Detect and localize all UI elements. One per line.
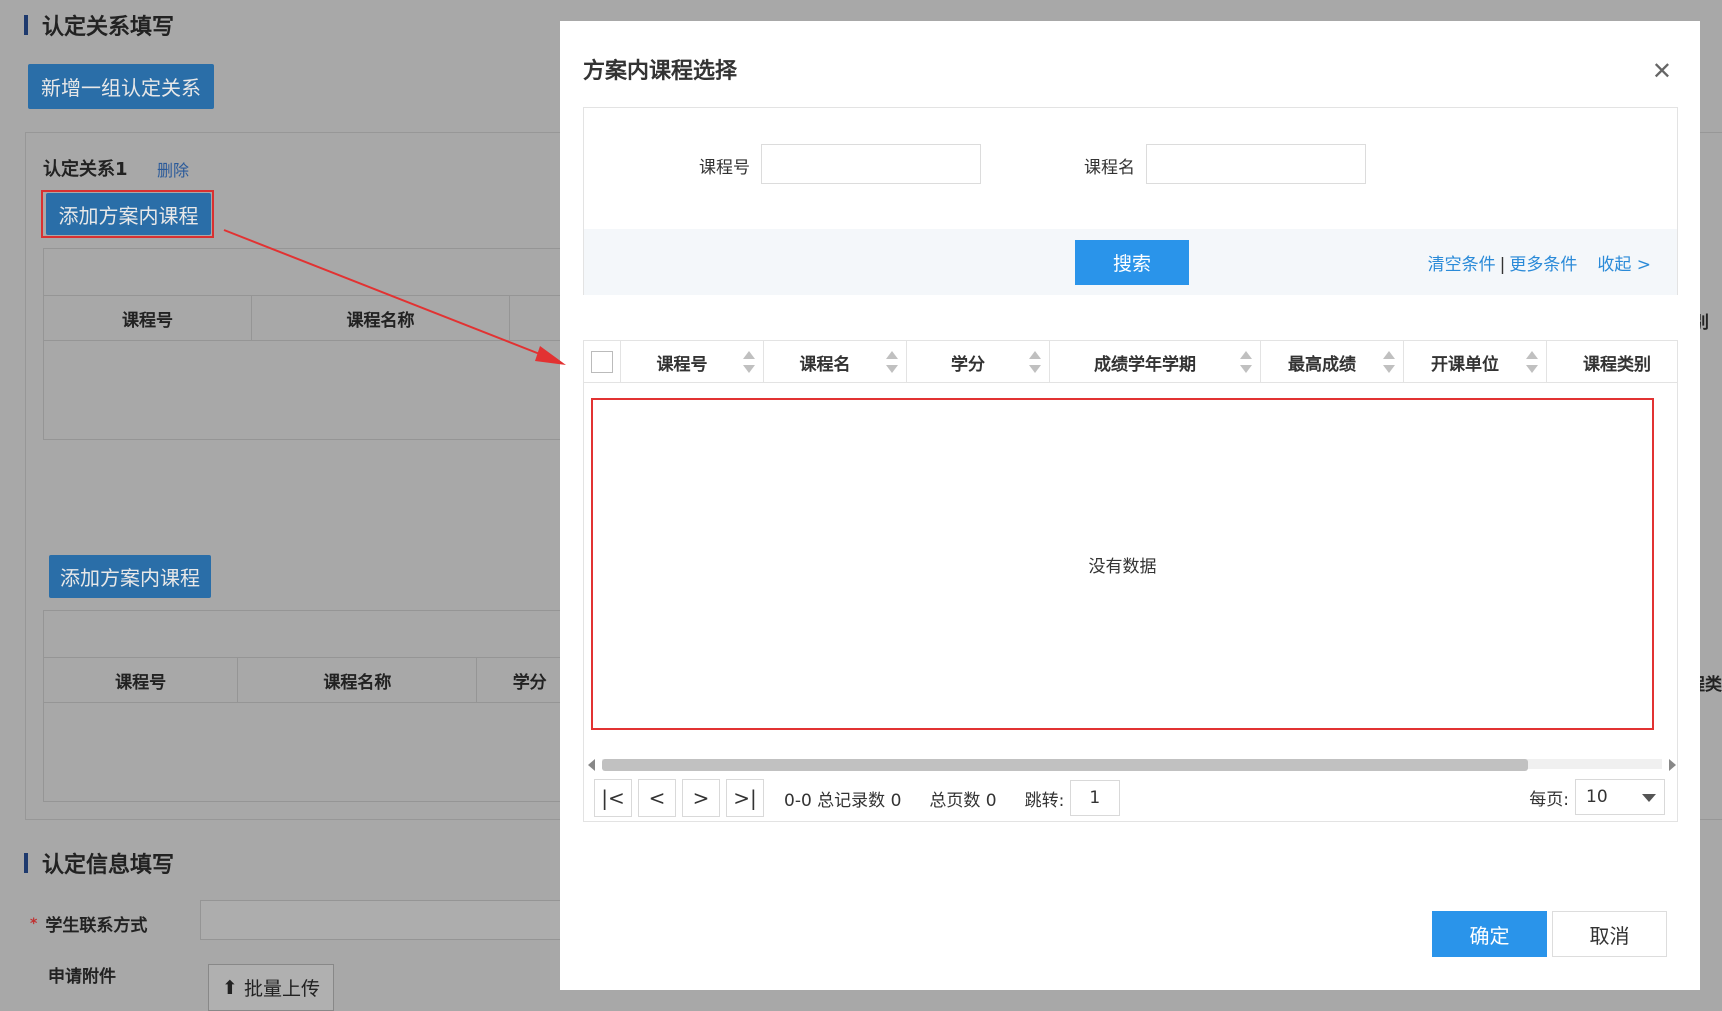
last-page-button[interactable]: >| [726,779,764,817]
column-header-course-type[interactable]: 课程类别 [1547,341,1677,382]
column-header-text: 课程号 [656,354,708,375]
batch-upload-button[interactable]: ⬆ 批量上传 [208,964,334,1011]
column-header-text: 学分 [951,354,985,375]
column-header-top-score[interactable]: 最高成绩 [1261,341,1404,382]
column-header-text: 课程类别 [1583,354,1651,375]
sort-icon[interactable] [743,351,755,373]
column-header-course-name[interactable]: 课程名 [764,341,907,382]
column-header-text: 成绩学年学期 [1094,354,1196,375]
jump-label: 跳转: [1024,790,1065,811]
relation-label: 认定关系1 [43,159,128,180]
table-header-cell: 课程号 [44,296,252,340]
column-header-department[interactable]: 开课单位 [1404,341,1547,382]
section-bar [24,853,28,873]
column-header-course-no[interactable]: 课程号 [621,341,764,382]
scrollbar-thumb[interactable] [602,759,1528,771]
annotation-box-button [41,190,214,238]
contact-label-text: 学生联系方式 [45,916,148,936]
table-header-row: 课程号 课程名称 学分 [44,657,582,703]
sort-icon[interactable] [1526,351,1538,373]
column-header-term[interactable]: 成绩学年学期 [1050,341,1261,382]
course-no-input[interactable] [761,144,981,184]
close-icon[interactable]: ✕ [1652,57,1672,85]
upload-icon: ⬆ [222,976,238,999]
prev-page-button[interactable]: < [638,779,676,817]
contact-input[interactable] [200,900,570,940]
grid-header-row: 课程号 课程名 学分 成绩学年学期 最高成绩 开课单位 课程类别 [584,341,1677,383]
chevron-down-icon [1642,794,1656,802]
add-relation-group-button[interactable]: 新增一组认定关系 [28,64,214,109]
horizontal-scrollbar[interactable] [588,757,1676,771]
per-page-label: 每页: [1529,789,1569,810]
search-button[interactable]: 搜索 [1075,240,1189,285]
course-no-label: 课程号 [699,158,750,178]
sort-icon[interactable] [1383,351,1395,373]
course-select-modal: 方案内课程选择 ✕ 课程号 课程名 搜索 清空条件 | 更多条件 收起 > 课程号 课… [560,21,1700,990]
column-header-text: 课程名 [799,354,851,375]
course-grid: 课程号 课程名 学分 成绩学年学期 最高成绩 开课单位 课程类别 没有数据 |<… [583,340,1678,822]
select-all-cell [584,341,621,382]
next-page-button[interactable]: > [682,779,720,817]
section-title-text: 认定关系填写 [42,15,175,40]
jump-page-input[interactable]: 1 [1070,780,1121,816]
course-name-label: 课程名 [1084,158,1135,178]
contact-label: * 学生联系方式 [30,911,148,937]
records-count: 0-0 总记录数 0 [784,790,902,811]
table-header-cell: 课程名称 [238,658,478,702]
confirm-button[interactable]: 确定 [1432,911,1547,957]
delete-relation-link[interactable]: 删除 [157,157,189,181]
pagination: |< < > >| 0-0 总记录数 0 总页数 0 跳转: 1 每页: 10 [584,775,1677,821]
link-separator: | [1499,255,1506,275]
table-header-cell: 课程号 [44,658,239,702]
scroll-right-icon[interactable] [1669,759,1676,771]
upload-button-label: 批量上传 [243,978,320,1000]
course-table-2: 课程号 课程名称 学分 [43,610,583,802]
section-title-relation: 认定关系填写 [24,9,174,41]
section-bar [24,15,28,35]
per-page-value: 10 [1586,787,1608,807]
filter-footer: 搜索 清空条件 | 更多条件 收起 > [584,229,1677,295]
column-header-text: 最高成绩 [1288,354,1356,375]
filter-links: 清空条件 | 更多条件 收起 > [1428,250,1651,275]
collapse-link[interactable]: 收起 > [1597,255,1651,275]
course-name-input[interactable] [1146,144,1366,184]
per-page-control: 每页: 10 [1529,779,1665,815]
attachment-label: 申请附件 [48,967,116,987]
table-header-row: 课程号 课程名称 [44,295,582,341]
add-plan-course-button-2[interactable]: 添加方案内课程 [49,555,211,598]
sort-icon[interactable] [1240,351,1252,373]
sort-icon[interactable] [1029,351,1041,373]
clear-conditions-link[interactable]: 清空条件 [1428,255,1496,275]
per-page-select[interactable]: 10 [1575,779,1665,815]
column-header-text: 开课单位 [1431,354,1499,375]
section-title-info: 认定信息填写 [24,847,174,879]
cancel-button[interactable]: 取消 [1552,911,1667,957]
select-all-checkbox[interactable] [591,351,613,373]
empty-data-message: 没有数据 [591,398,1654,730]
sort-icon[interactable] [886,351,898,373]
modal-title: 方案内课程选择 [583,59,738,84]
filter-panel: 课程号 课程名 搜索 清空条件 | 更多条件 收起 > [583,107,1678,295]
more-conditions-link[interactable]: 更多条件 [1509,255,1577,275]
first-page-button[interactable]: |< [594,779,632,817]
required-mark: * [30,915,38,932]
scroll-left-icon[interactable] [588,759,595,771]
pages-count: 总页数 0 [929,790,997,811]
column-header-credit[interactable]: 学分 [907,341,1050,382]
table-header-cell: 课程名称 [252,296,510,340]
course-table-1: 课程号 课程名称 [43,248,583,440]
section-title-text: 认定信息填写 [42,853,175,878]
